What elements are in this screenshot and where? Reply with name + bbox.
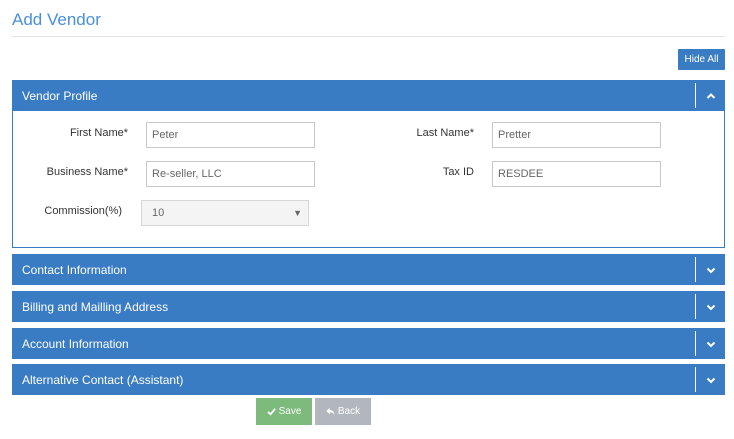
chevron-down-icon	[706, 377, 715, 383]
last-name-label: Last Name*	[416, 127, 474, 139]
tax-id-label: Tax ID	[442, 166, 474, 178]
business-name-field[interactable]: Re-seller, LLC	[146, 161, 315, 187]
section-label: Account Information	[22, 336, 129, 351]
vendor-profile-toggle[interactable]	[695, 83, 725, 108]
section-alternative-contact[interactable]: Alternative Contact (Assistant)	[12, 364, 725, 395]
commission-label: Commission(%)	[44, 205, 122, 217]
section-contact-information[interactable]: Contact Information	[12, 254, 725, 285]
section-toggle[interactable]	[695, 294, 725, 319]
reply-icon	[326, 407, 335, 416]
section-label: Contact Information	[22, 262, 127, 277]
section-toggle[interactable]	[695, 257, 725, 282]
section-label: Alternative Contact (Assistant)	[22, 372, 184, 387]
vendor-profile-header[interactable]: Vendor Profile	[12, 80, 725, 111]
section-billing-address[interactable]: Billing and Mailling Address	[12, 291, 725, 322]
tax-id-field[interactable]: RESDEE	[492, 161, 661, 187]
back-label: Back	[337, 406, 361, 417]
vendor-profile-title: Vendor Profile	[22, 88, 98, 103]
first-name-field[interactable]: Peter	[146, 122, 315, 148]
business-name-label: Business Name*	[46, 166, 128, 178]
chevron-down-icon	[706, 267, 715, 273]
save-button[interactable]: Save	[256, 398, 312, 425]
chevron-up-icon	[706, 92, 715, 99]
section-toggle[interactable]	[695, 367, 725, 392]
commission-select[interactable]: 10 ▼	[141, 200, 309, 226]
caret-down-icon: ▼	[293, 208, 302, 218]
back-button[interactable]: Back	[315, 398, 371, 425]
commission-value: 10	[152, 207, 165, 219]
section-account-information[interactable]: Account Information	[12, 328, 725, 359]
page-title: Add Vendor	[12, 10, 101, 29]
chevron-down-icon	[706, 304, 715, 310]
check-icon	[266, 408, 276, 416]
save-label: Save	[278, 406, 302, 417]
first-name-label: First Name*	[69, 127, 128, 139]
section-toggle[interactable]	[695, 331, 725, 356]
hide-all-button[interactable]: Hide All	[678, 49, 725, 70]
title-divider	[12, 36, 725, 37]
chevron-down-icon	[706, 341, 715, 347]
section-label: Billing and Mailling Address	[22, 299, 169, 314]
last-name-field[interactable]: Pretter	[492, 122, 661, 148]
